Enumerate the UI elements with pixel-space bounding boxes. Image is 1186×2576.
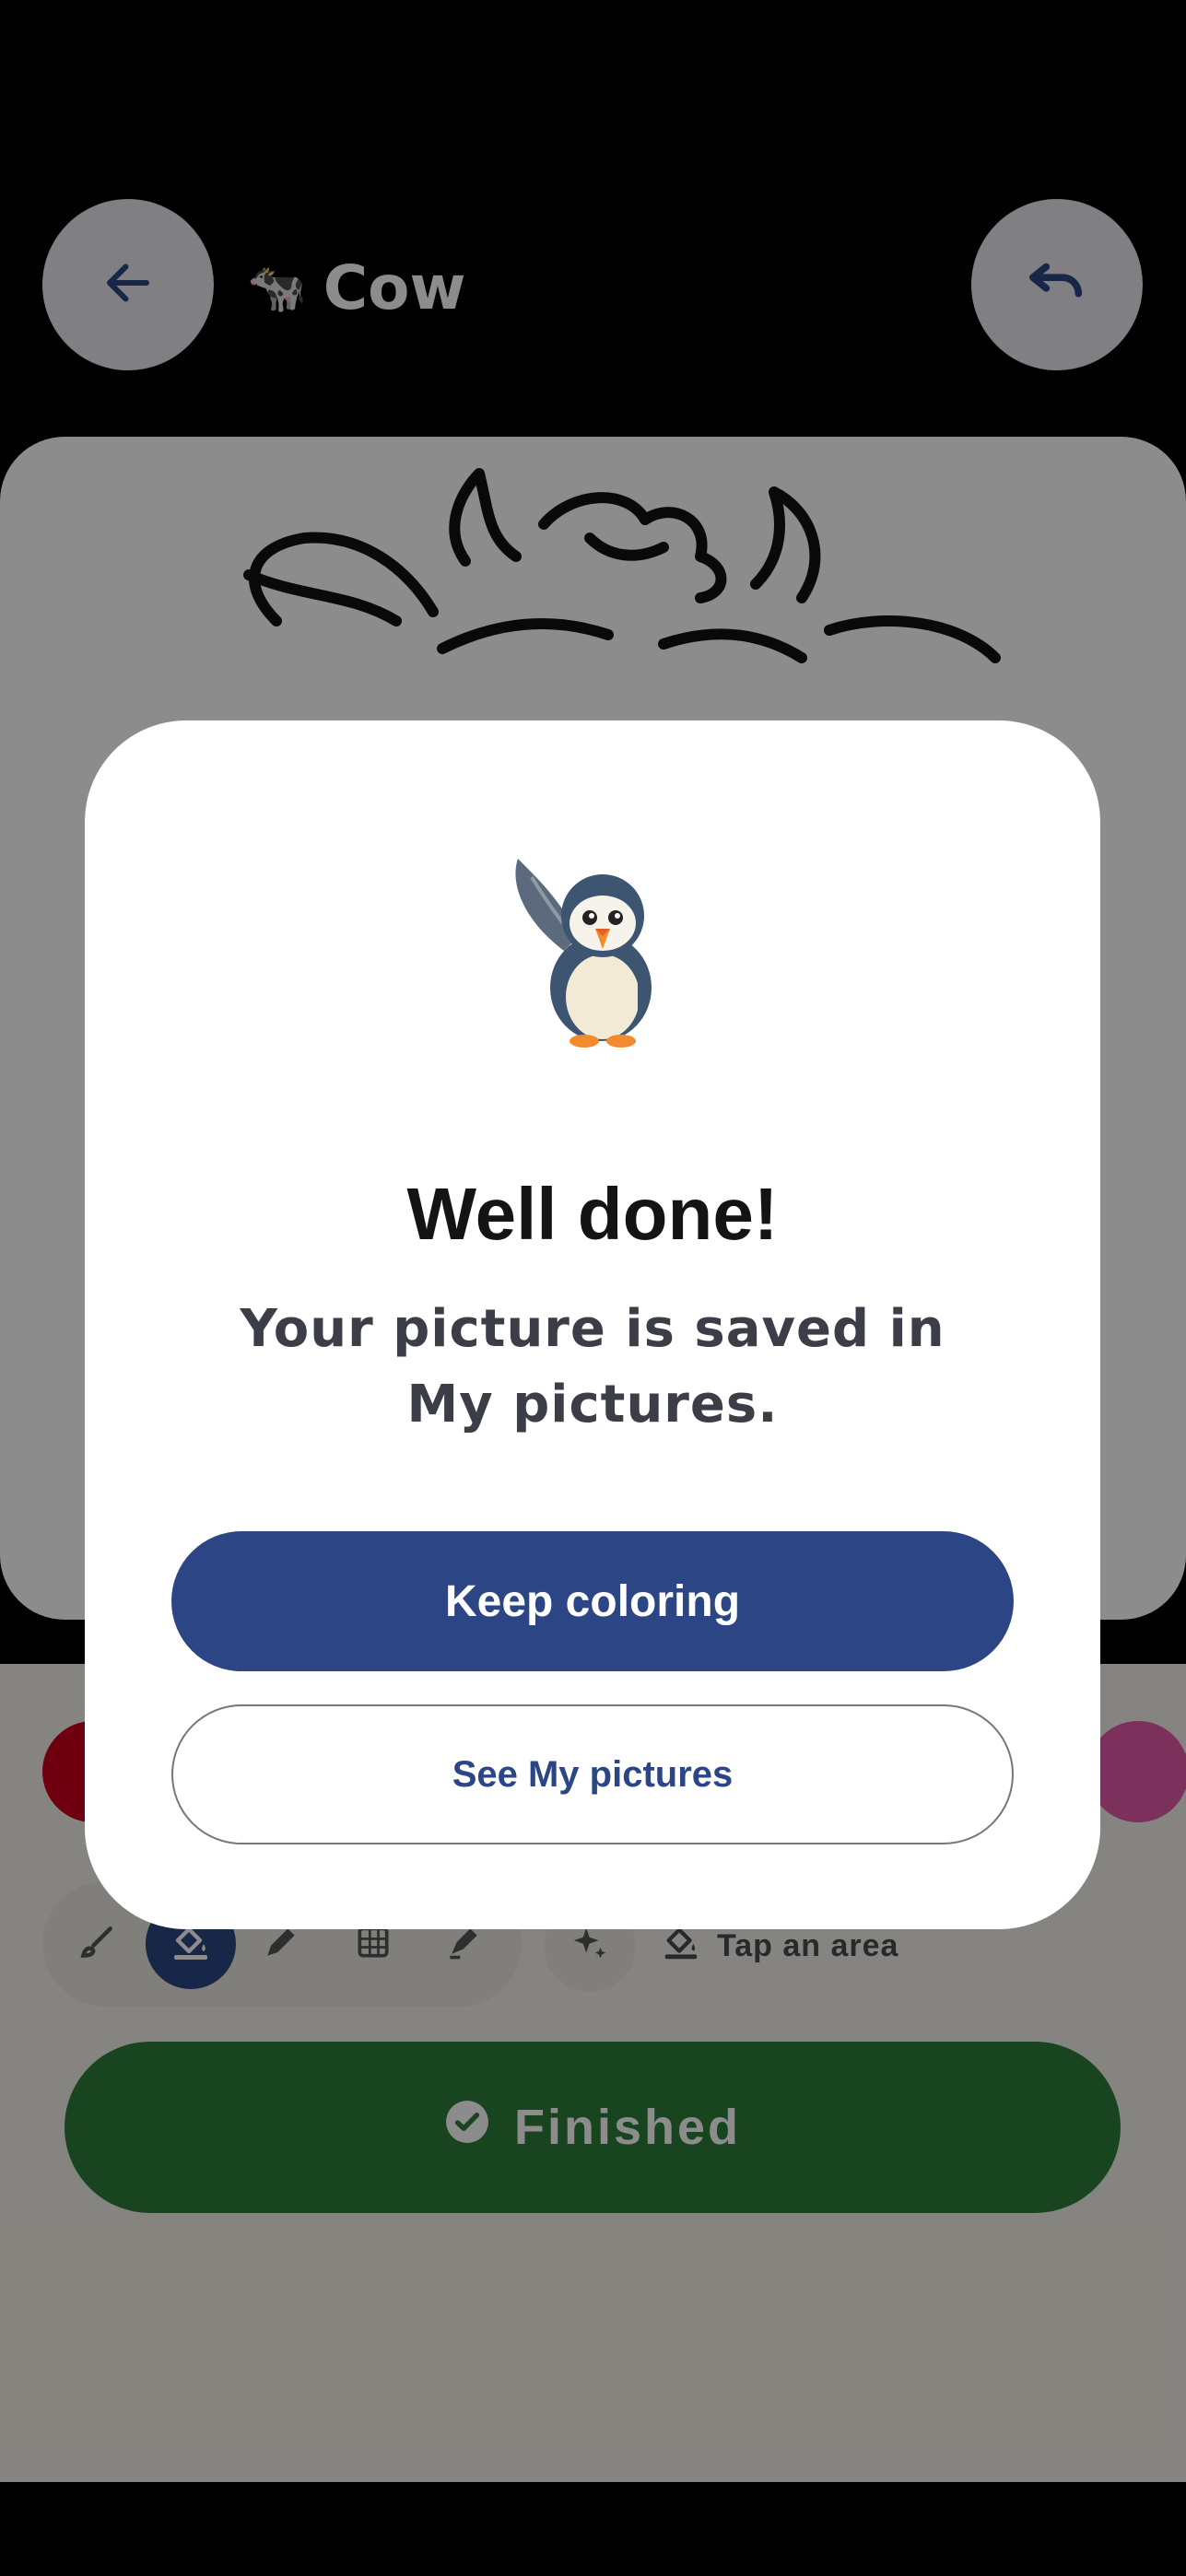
success-dialog: Well done! Your picture is saved in My p… [85,720,1100,1929]
puffin-icon [499,849,684,1052]
dialog-message: Your picture is saved in My pictures. [240,1299,945,1434]
keep-coloring-button[interactable]: Keep coloring [171,1531,1014,1671]
dialog-title: Well done! [406,1173,779,1255]
see-my-pictures-button[interactable]: See My pictures [171,1704,1014,1844]
